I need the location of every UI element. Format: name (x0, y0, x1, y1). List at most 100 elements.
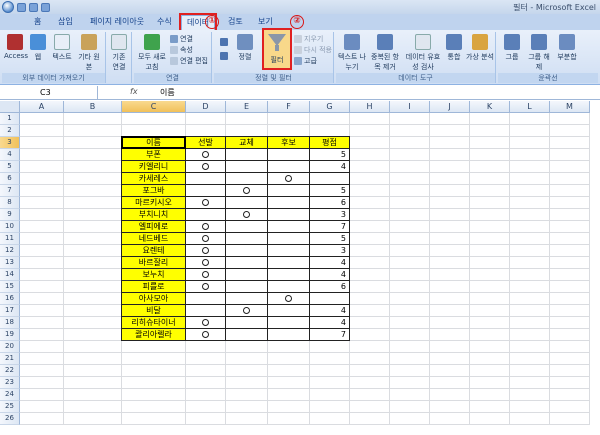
table-header-cell[interactable]: 이름 (121, 136, 186, 149)
subtotal-button[interactable]: 부분합 (554, 34, 580, 62)
tab-home[interactable]: 홈 (34, 16, 41, 27)
row-header-12[interactable]: 12 (0, 245, 20, 257)
table-cell[interactable]: 부폰 (121, 149, 186, 161)
row-header-6[interactable]: 6 (0, 173, 20, 185)
connections-button[interactable]: 연결 (170, 34, 193, 44)
table-cell[interactable]: 6 (310, 197, 350, 209)
table-cell[interactable]: 4 (310, 305, 350, 317)
sort-za-button[interactable] (220, 52, 228, 60)
table-cell[interactable] (310, 293, 350, 305)
table-cell[interactable]: 네드베드 (121, 233, 186, 245)
table-cell[interactable] (268, 317, 310, 329)
table-header-cell[interactable]: 후보 (268, 136, 310, 149)
table-cell[interactable] (268, 329, 310, 341)
table-cell[interactable] (268, 185, 310, 197)
column-header-m[interactable]: M (550, 101, 590, 113)
column-header-l[interactable]: L (510, 101, 550, 113)
name-box[interactable]: C3 (0, 86, 98, 100)
row-header-25[interactable]: 25 (0, 401, 20, 413)
table-cell[interactable] (186, 293, 226, 305)
table-cell[interactable] (268, 221, 310, 233)
table-cell[interactable] (268, 269, 310, 281)
table-cell[interactable] (268, 293, 310, 305)
row-header-13[interactable]: 13 (0, 257, 20, 269)
row-header-11[interactable]: 11 (0, 233, 20, 245)
table-cell[interactable]: 6 (310, 281, 350, 293)
table-cell[interactable] (226, 221, 268, 233)
row-header-1[interactable]: 1 (0, 113, 20, 125)
row-header-14[interactable]: 14 (0, 269, 20, 281)
redo-icon[interactable] (41, 2, 50, 12)
row-header-18[interactable]: 18 (0, 317, 20, 329)
table-cell[interactable]: 7 (310, 221, 350, 233)
row-header-15[interactable]: 15 (0, 281, 20, 293)
table-cell[interactable] (186, 197, 226, 209)
column-header-a[interactable]: A (20, 101, 64, 113)
table-cell[interactable]: 4 (310, 161, 350, 173)
row-header-22[interactable]: 22 (0, 365, 20, 377)
table-cell[interactable] (186, 149, 226, 161)
tab-page-layout[interactable]: 페이지 레이아웃 (90, 16, 144, 27)
table-cell[interactable]: 엘피에로 (121, 221, 186, 233)
table-cell[interactable] (226, 209, 268, 221)
row-header-8[interactable]: 8 (0, 197, 20, 209)
table-cell[interactable]: 7 (310, 329, 350, 341)
office-button[interactable] (2, 1, 14, 13)
table-cell[interactable] (186, 209, 226, 221)
table-cell[interactable]: 카세레스 (121, 173, 186, 185)
row-header-21[interactable]: 21 (0, 353, 20, 365)
row-header-5[interactable]: 5 (0, 161, 20, 173)
table-cell[interactable] (268, 257, 310, 269)
row-header-16[interactable]: 16 (0, 293, 20, 305)
text-to-columns-button[interactable]: 텍스트 나누기 (338, 34, 366, 72)
tab-review[interactable]: 검토 (228, 16, 243, 27)
sort-az-button[interactable] (220, 38, 228, 46)
table-cell[interactable] (226, 233, 268, 245)
column-header-g[interactable]: G (310, 101, 350, 113)
column-header-b[interactable]: B (64, 101, 122, 113)
table-cell[interactable] (226, 305, 268, 317)
properties-button[interactable]: 속성 (170, 45, 193, 55)
row-header-17[interactable]: 17 (0, 305, 20, 317)
existing-connections-button[interactable]: 기존 연결 (109, 34, 129, 72)
remove-duplicates-button[interactable]: 중복된 항목 제거 (368, 34, 402, 72)
table-cell[interactable] (226, 257, 268, 269)
row-header-3[interactable]: 3 (0, 137, 20, 149)
row-header-7[interactable]: 7 (0, 185, 20, 197)
row-header-9[interactable]: 9 (0, 209, 20, 221)
table-cell[interactable] (186, 185, 226, 197)
table-cell[interactable] (268, 245, 310, 257)
table-cell[interactable] (186, 161, 226, 173)
table-cell[interactable] (226, 161, 268, 173)
table-cell[interactable] (226, 329, 268, 341)
group-button[interactable]: 그룹 (500, 34, 524, 62)
table-cell[interactable] (186, 329, 226, 341)
reapply-button[interactable]: 다시 적용 (294, 45, 332, 55)
table-cell[interactable]: 3 (310, 209, 350, 221)
table-cell[interactable] (268, 173, 310, 185)
table-cell[interactable] (186, 305, 226, 317)
table-cell[interactable]: 5 (310, 233, 350, 245)
refresh-all-button[interactable]: 모두 새로 고침 (136, 34, 168, 72)
column-header-d[interactable]: D (186, 101, 226, 113)
table-header-cell[interactable]: 선발 (186, 136, 226, 149)
formula-input[interactable]: 이름 (160, 87, 175, 98)
table-cell[interactable]: 비달 (121, 305, 186, 317)
select-all-corner[interactable] (0, 101, 20, 113)
table-cell[interactable] (186, 317, 226, 329)
row-header-4[interactable]: 4 (0, 149, 20, 161)
table-cell[interactable] (268, 233, 310, 245)
row-header-24[interactable]: 24 (0, 389, 20, 401)
column-header-j[interactable]: J (430, 101, 470, 113)
table-cell[interactable]: 4 (310, 257, 350, 269)
table-cell[interactable]: 요렌테 (121, 245, 186, 257)
access-button[interactable]: Access (4, 34, 28, 60)
column-header-h[interactable]: H (350, 101, 390, 113)
table-cell[interactable] (186, 221, 226, 233)
table-cell[interactable]: 보누치 (121, 269, 186, 281)
table-cell[interactable] (186, 257, 226, 269)
table-cell[interactable] (268, 281, 310, 293)
table-cell[interactable] (268, 161, 310, 173)
table-cell[interactable] (226, 197, 268, 209)
table-cell[interactable] (226, 281, 268, 293)
